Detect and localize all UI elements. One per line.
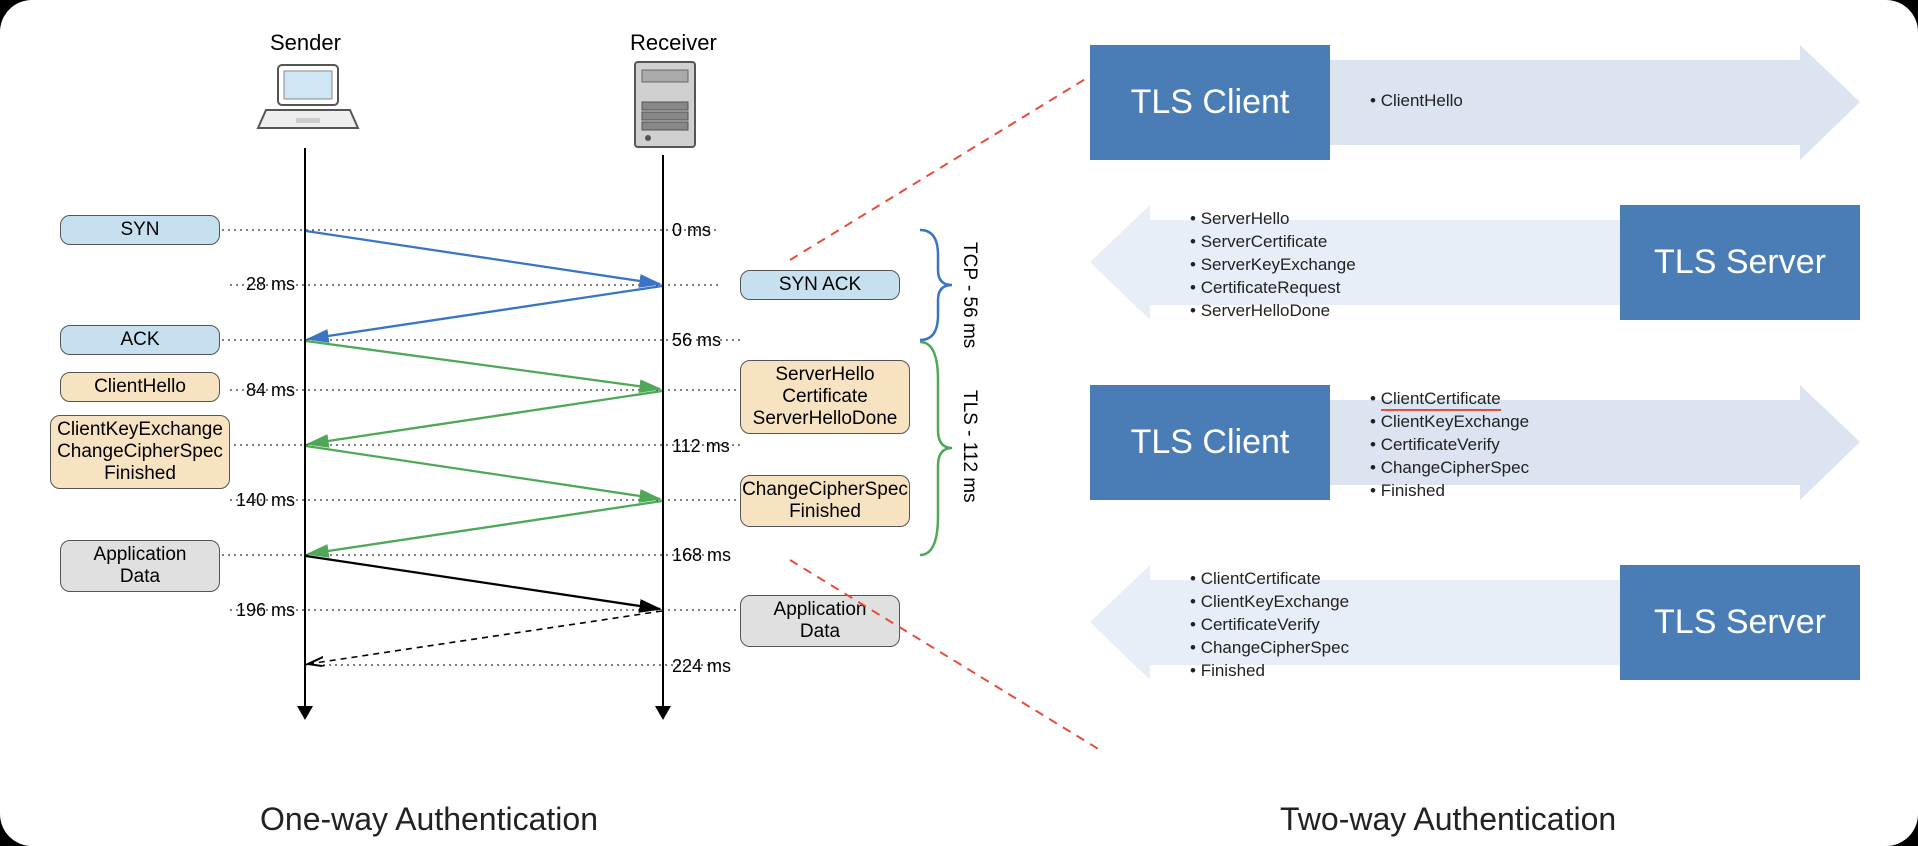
tls-client-box: TLS Client [1090, 45, 1330, 160]
flow-row-4: TLS Server ClientCertificateClientKeyExc… [1090, 565, 1860, 680]
flow-msgs-2: ServerHelloServerCertificateServerKeyExc… [1190, 208, 1356, 323]
caption-oneway: One-way Authentication [260, 801, 598, 838]
flow-row-1: TLS Client ClientHello [1090, 45, 1860, 160]
caption-twoway: Two-way Authentication [1280, 801, 1616, 838]
twoway-flow-diagram: TLS Client ClientHello TLS Server Server… [1090, 45, 1890, 745]
flow-row-3: TLS Client ClientCertificateClientKeyExc… [1090, 385, 1860, 500]
tls-server-box: TLS Server [1620, 565, 1860, 680]
tls-server-box: TLS Server [1620, 205, 1860, 320]
flow-msgs-4: ClientCertificateClientKeyExchangeCertif… [1190, 568, 1349, 683]
flow-row-2: TLS Server ServerHelloServerCertificateS… [1090, 205, 1860, 320]
flow-msgs-1: ClientHello [1370, 90, 1463, 113]
tls-client-box: TLS Client [1090, 385, 1330, 500]
diagram-canvas: Sender Receiver [0, 0, 1918, 846]
flow-msgs-3: ClientCertificateClientKeyExchangeCertif… [1370, 388, 1529, 503]
